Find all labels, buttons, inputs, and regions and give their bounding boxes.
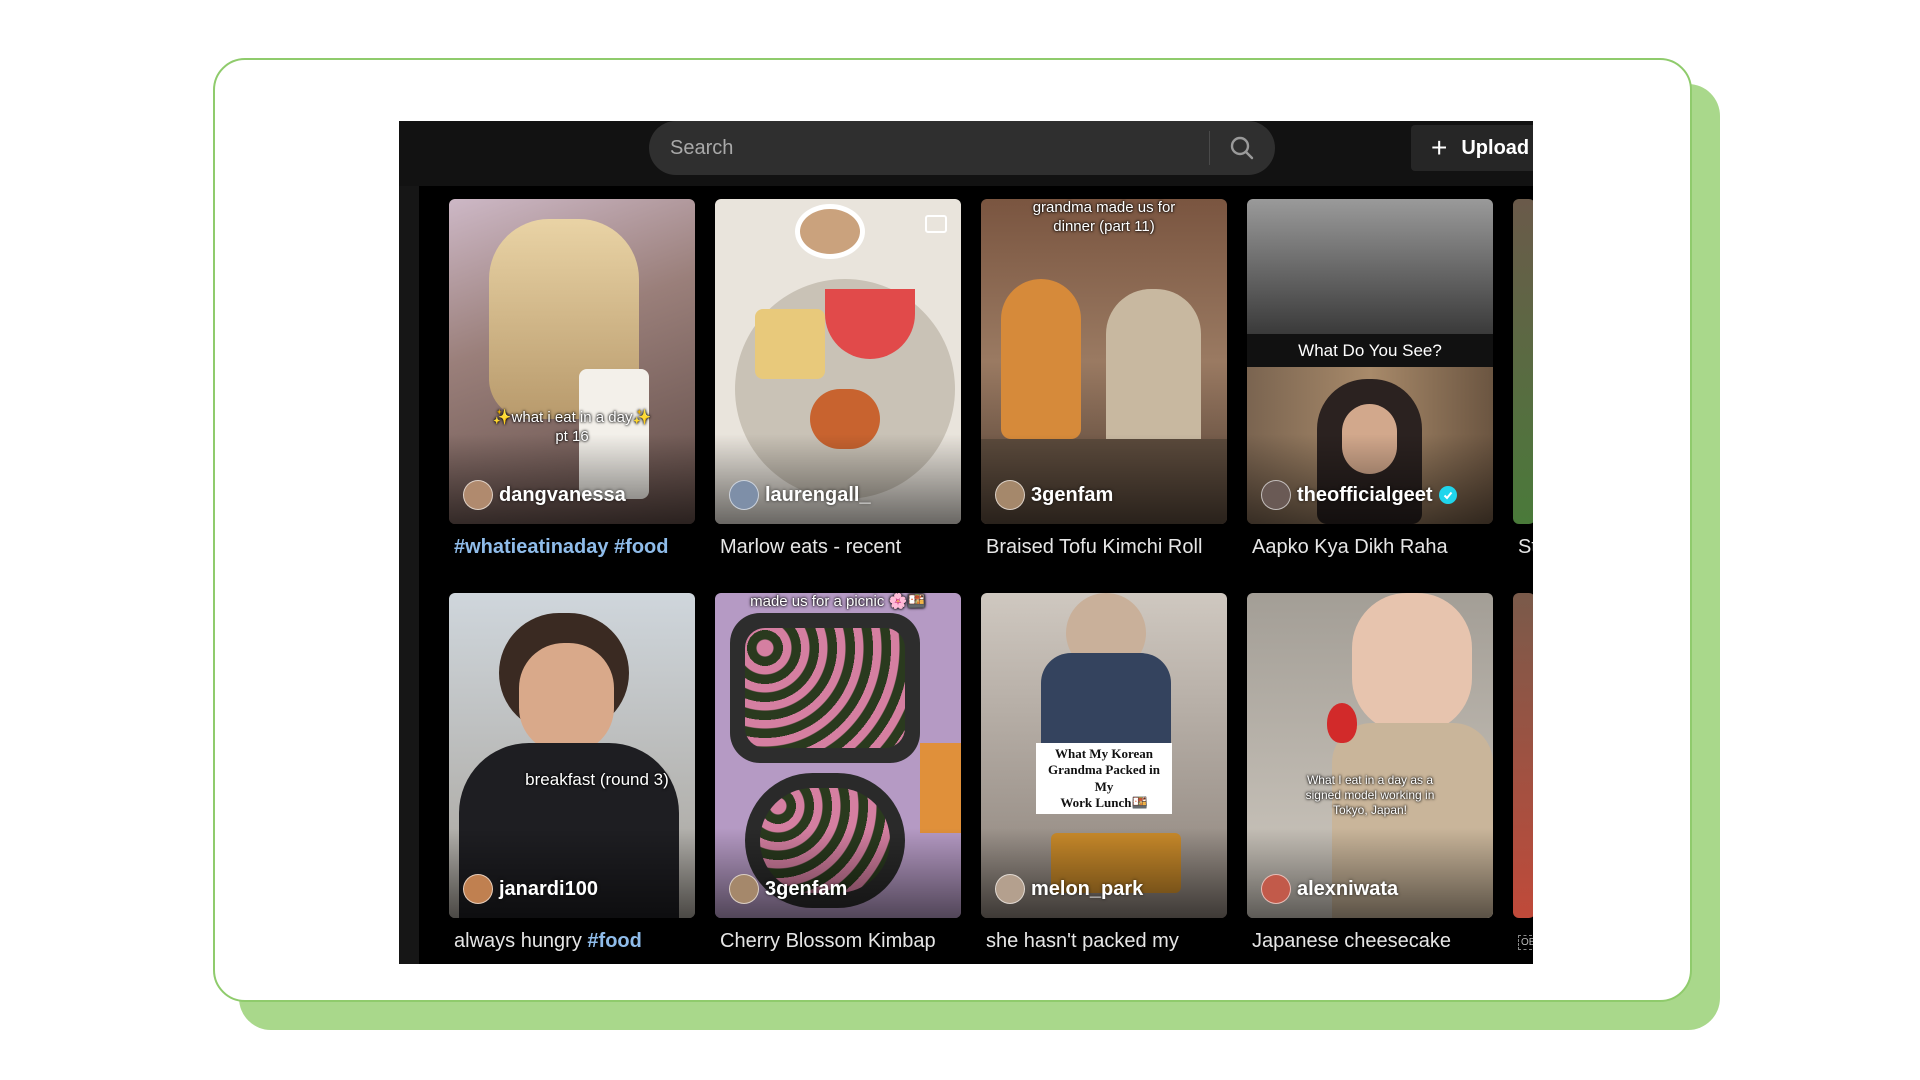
creator-name: 3genfam — [765, 877, 848, 900]
creator-name: theofficialgeet — [1297, 483, 1433, 506]
creator-name: melon_park — [1031, 877, 1144, 900]
thumbnail-overlay-text: breakfast (round 3) — [525, 770, 669, 789]
face-shape — [519, 643, 614, 753]
avatar — [729, 480, 759, 510]
creator-handle[interactable]: janardi100 — [463, 874, 598, 904]
video-thumbnail[interactable]: ✨what i eat in a day✨ pt 16 dangvanessa — [449, 199, 695, 524]
thumbnail-overlay-text: grandma made us for dinner (part 11) — [1032, 199, 1176, 235]
thumbnail-gradient — [715, 434, 961, 524]
video-caption[interactable]: Aapko Kya Dikh Raha — [1252, 536, 1448, 559]
video-thumbnail[interactable] — [1513, 593, 1533, 918]
video-card-partial[interactable]: St — [1513, 199, 1533, 579]
upload-label: Upload — [1461, 136, 1530, 159]
video-caption[interactable]: she hasn't packed my — [986, 930, 1179, 953]
strawberry-shape — [1327, 703, 1357, 743]
thumbnail-overlay-text: What I eat in a day as a signed model wo… — [1305, 773, 1435, 817]
video-thumbnail[interactable]: grandma made us for dinner (part 11) 3ge… — [981, 199, 1227, 524]
video-caption[interactable]: always hungry #food — [454, 930, 642, 953]
creator-handle[interactable]: alexniwata — [1261, 874, 1398, 904]
thumbnail-gradient — [981, 434, 1227, 524]
video-caption[interactable]: Braised Tofu Kimchi Roll — [986, 536, 1202, 559]
grayscale-image — [1247, 199, 1493, 334]
video-thumbnail[interactable]: What I eat in a day as a signed model wo… — [1247, 593, 1493, 918]
creator-handle[interactable]: theofficialgeet — [1261, 480, 1457, 510]
video-thumbnail[interactable]: What My Korean Grandma Packed in My Work… — [981, 593, 1227, 918]
plus-icon: + — [1431, 132, 1448, 163]
creator-handle[interactable]: melon_park — [995, 874, 1143, 904]
video-thumbnail[interactable] — [1513, 199, 1533, 524]
face-shape — [1352, 593, 1472, 733]
search-bar[interactable]: Search — [649, 121, 1275, 175]
video-caption[interactable]: St — [1518, 536, 1533, 559]
left-sidebar-edge — [399, 186, 419, 964]
thumbnail-gradient — [449, 828, 695, 918]
obj-badge: OBJ — [1518, 935, 1533, 950]
creator-handle[interactable]: 3genfam — [729, 874, 847, 904]
thumbnail-gradient — [715, 828, 961, 918]
video-thumbnail[interactable]: laurengall_ — [715, 199, 961, 524]
avatar — [995, 480, 1025, 510]
caption-text: always hungry — [454, 930, 588, 952]
video-caption[interactable]: Cherry Blossom Kimbap — [720, 930, 936, 953]
video-card-partial[interactable]: OBJ — [1513, 593, 1533, 964]
video-caption[interactable]: #whatieatinaday #food — [454, 536, 669, 559]
thumbnail-overlay-text: ✨what i eat in a day✨ pt 16 — [492, 409, 652, 445]
app-screenshot: Search + Upload ✨what i eat in a day✨ pt… — [399, 121, 1533, 964]
thumbnail-gradient — [449, 434, 695, 524]
kimbap-pattern — [745, 628, 905, 748]
video-caption[interactable]: Japanese cheesecake — [1252, 930, 1451, 953]
tea-cup-shape — [795, 204, 865, 259]
avatar — [1261, 480, 1291, 510]
creator-name: dangvanessa — [499, 483, 626, 506]
thumbnail-gradient — [981, 828, 1227, 918]
creator-handle[interactable]: laurengall_ — [729, 480, 871, 510]
video-caption[interactable]: Marlow eats - recent — [720, 536, 901, 559]
avatar — [995, 874, 1025, 904]
thumbnail-gradient — [1247, 434, 1493, 524]
thumbnail-overlay-text: What My Korean Grandma Packed in My Work… — [1036, 743, 1172, 814]
creator-handle[interactable]: 3genfam — [995, 480, 1113, 510]
search-divider — [1209, 131, 1210, 165]
upload-button[interactable]: + Upload — [1411, 125, 1533, 171]
photo-mode-icon — [925, 215, 947, 233]
thumbnail-gradient — [1247, 828, 1493, 918]
caption-hashtags[interactable]: #food — [587, 930, 641, 952]
thumbnail-overlay-text: made us for a picnic 🌸🍱 — [750, 593, 926, 610]
toast-shape — [755, 309, 825, 379]
avatar — [463, 480, 493, 510]
creator-name: janardi100 — [499, 877, 598, 900]
veggies-shape — [920, 743, 961, 833]
video-thumbnail[interactable]: breakfast (round 3) janardi100 — [449, 593, 695, 918]
creator-name: 3genfam — [1031, 483, 1114, 506]
thumbnail-overlay-text: What Do You See? — [1298, 341, 1442, 360]
creator-name: alexniwata — [1297, 877, 1399, 900]
search-icon[interactable] — [1221, 132, 1263, 164]
top-bar: Search + Upload — [399, 121, 1533, 186]
avatar — [1261, 874, 1291, 904]
caption-hashtags[interactable]: #whatieatinaday #food — [454, 536, 669, 558]
verified-badge-icon — [1438, 486, 1457, 504]
person-figure — [1106, 289, 1201, 449]
avatar — [729, 874, 759, 904]
creator-handle[interactable]: dangvanessa — [463, 480, 626, 510]
person-figure — [1001, 279, 1081, 439]
creator-name: laurengall_ — [765, 483, 871, 506]
search-input[interactable]: Search — [670, 121, 733, 175]
video-thumbnail[interactable]: made us for a picnic 🌸🍱 3genfam — [715, 593, 961, 918]
avatar — [463, 874, 493, 904]
video-thumbnail[interactable]: What Do You See? theofficialgeet — [1247, 199, 1493, 524]
